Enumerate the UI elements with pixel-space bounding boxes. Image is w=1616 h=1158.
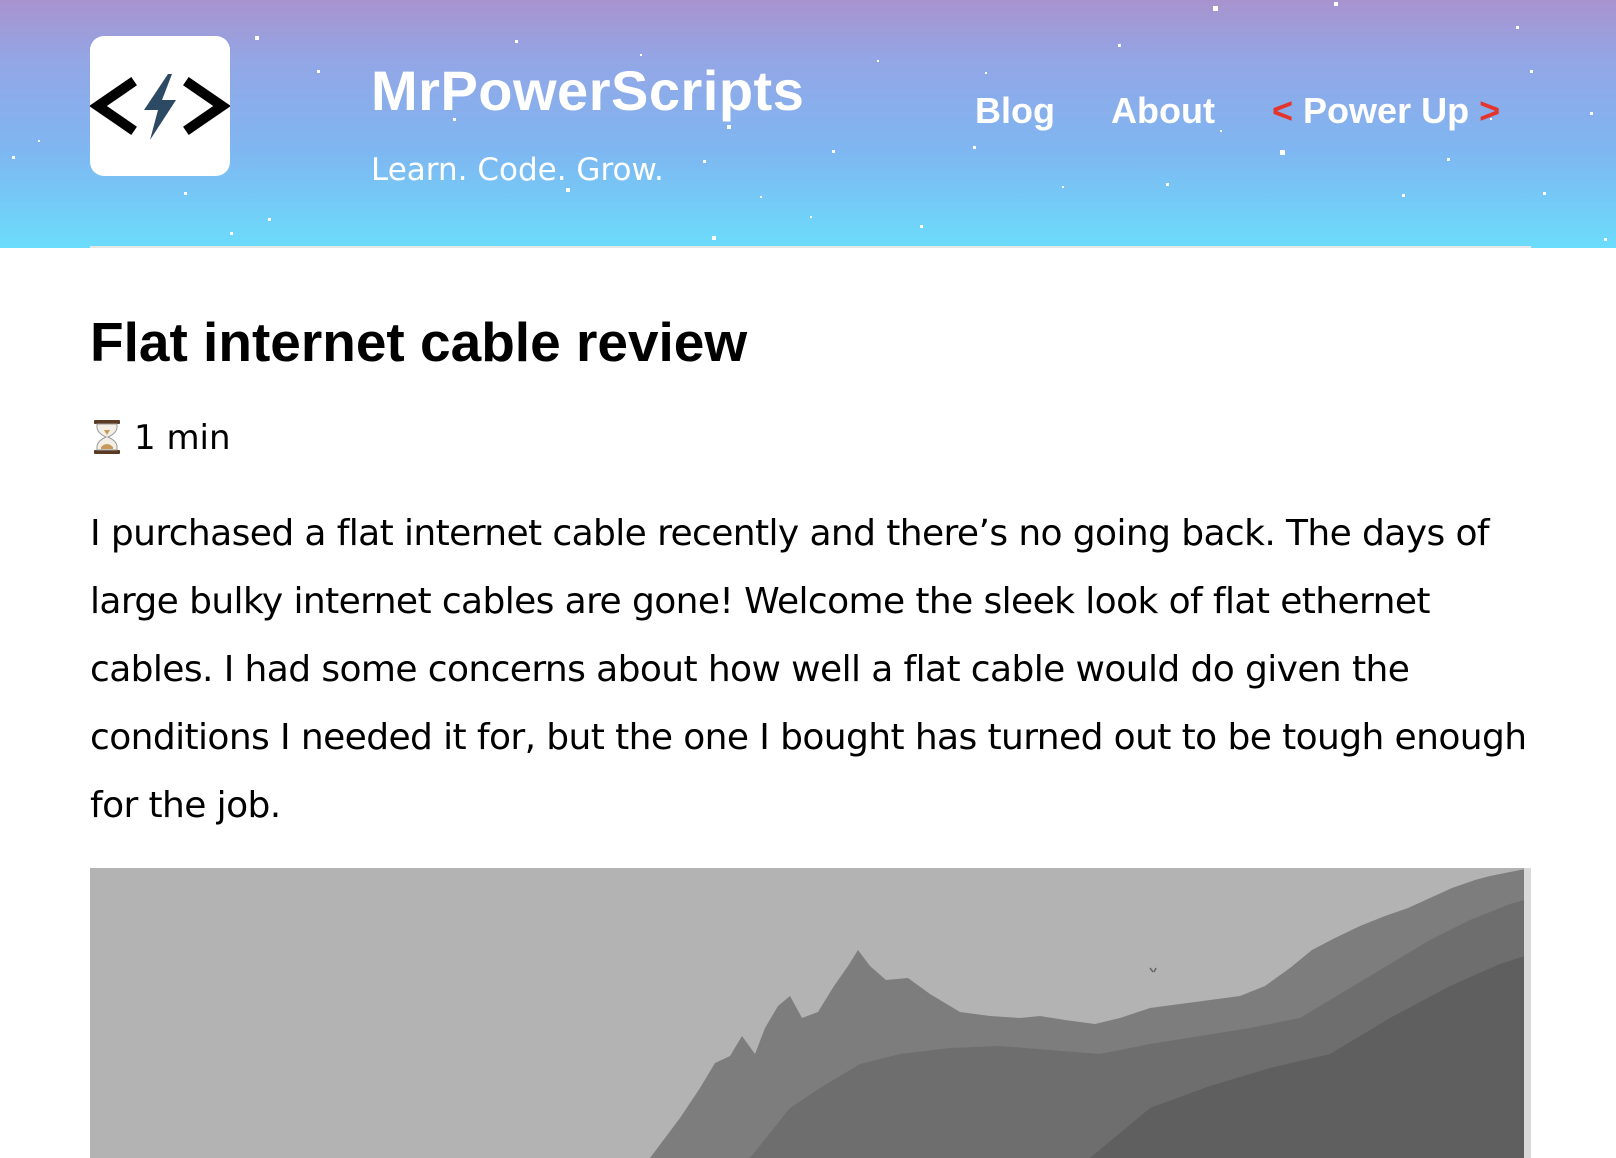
nav-about-link[interactable]: About xyxy=(1111,88,1215,134)
power-up-label: Power Up xyxy=(1303,90,1470,131)
read-time-value: 1 min xyxy=(134,418,231,458)
hero-image xyxy=(90,868,1531,1158)
site-header: MrPowerScripts Learn. Code. Grow. Blog A… xyxy=(0,0,1616,248)
header-divider xyxy=(90,246,1531,248)
main-nav: Blog About < Power Up > xyxy=(0,88,1616,136)
nav-blog-link[interactable]: Blog xyxy=(975,88,1055,134)
article-title: Flat internet cable review xyxy=(90,311,748,373)
mountain-landscape-image xyxy=(90,868,1531,1158)
power-up-open-bracket: < xyxy=(1272,90,1294,131)
hourglass-icon xyxy=(94,420,120,454)
nav-power-up-link[interactable]: < Power Up > xyxy=(1272,88,1500,134)
article-body: I purchased a flat internet cable recent… xyxy=(90,513,1527,826)
site-tagline: Learn. Code. Grow. xyxy=(371,152,664,188)
power-up-close-bracket: > xyxy=(1479,90,1501,131)
